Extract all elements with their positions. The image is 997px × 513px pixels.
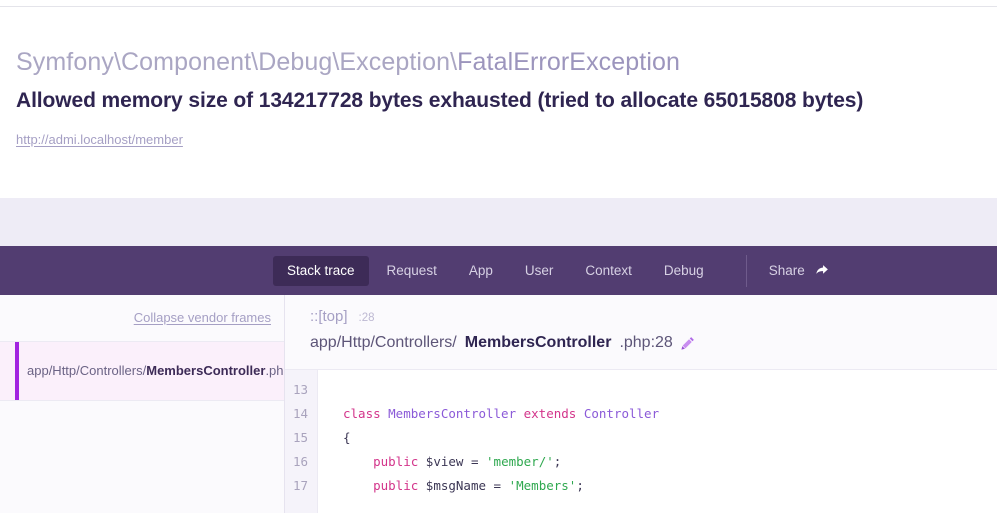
share-arrow-icon xyxy=(815,263,830,278)
tab-debug[interactable]: Debug xyxy=(650,256,718,286)
collapse-vendor-frames-link[interactable]: Collapse vendor frames xyxy=(134,310,271,326)
line-number-gutter: 13 14 15 16 17 xyxy=(285,370,318,513)
exception-class-short: FatalErrorException xyxy=(457,48,680,76)
frame-detail-panel: ::[top] :28 app/Http/Controllers/Members… xyxy=(285,295,997,513)
frame-name: MembersController xyxy=(146,363,266,378)
tab-context[interactable]: Context xyxy=(571,256,646,286)
frame-function-row: ::[top] :28 xyxy=(310,308,977,327)
code-line: public $msgName = 'Members'; xyxy=(343,474,997,498)
code-token: Controller xyxy=(583,406,660,421)
exception-namespace: Symfony\Component\Debug\Exception\ xyxy=(16,48,458,76)
code-token: $msgName xyxy=(425,478,487,493)
line-number: 15 xyxy=(292,430,308,445)
navbar-inner: Stack trace Request App User Context Deb… xyxy=(0,246,830,295)
code-token: extends xyxy=(523,406,584,421)
code-viewer[interactable]: 13 14 15 16 17 class MembersController exten… xyxy=(285,370,997,513)
tab-request[interactable]: Request xyxy=(373,256,451,286)
share-label: Share xyxy=(768,263,805,278)
code-token: 'member/' xyxy=(486,454,554,469)
code-token: MembersController xyxy=(388,406,524,421)
frames-sidebar: Collapse vendor frames app/Http/Controll… xyxy=(0,295,285,513)
frame-detail-header: ::[top] :28 app/Http/Controllers/Members… xyxy=(285,295,997,370)
code-token: ; xyxy=(553,454,562,469)
exception-header: Symfony\Component\Debug\Exception\FatalE… xyxy=(0,7,997,198)
navbar-divider xyxy=(745,254,747,287)
frame-file-dir: app/Http/Controllers/ xyxy=(310,334,457,351)
code-token: 'Members' xyxy=(508,478,577,493)
navbar: Stack trace Request App User Context Deb… xyxy=(0,246,997,295)
frame-file-ext: .php:28 xyxy=(619,334,673,351)
pencil-icon[interactable] xyxy=(681,336,695,350)
line-number: 13 xyxy=(292,382,308,397)
frame-line-badge: :28 xyxy=(358,312,375,324)
exception-class: Symfony\Component\Debug\Exception\FatalE… xyxy=(16,47,981,77)
code-token: $view xyxy=(425,454,464,469)
frame-function-name: ::[top] xyxy=(310,308,348,325)
code-line: { xyxy=(343,426,997,450)
whoops-error-page: Symfony\Component\Debug\Exception\FatalE… xyxy=(0,0,997,513)
share-button[interactable]: Share xyxy=(769,263,830,278)
frame-file-name: MembersController xyxy=(464,334,612,351)
code-token: class xyxy=(343,406,389,421)
tab-stack-trace[interactable]: Stack trace xyxy=(273,255,369,286)
code-line: class MembersController extends Controll… xyxy=(343,402,997,426)
code-token: ; xyxy=(576,478,584,493)
code-token: = xyxy=(463,454,487,469)
code-token: = xyxy=(486,478,509,493)
tab-user[interactable]: User xyxy=(511,256,568,286)
line-number: 14 xyxy=(292,406,308,421)
request-url-link[interactable]: http://admi.localhost/member xyxy=(16,132,183,148)
body-area: Collapse vendor frames app/Http/Controll… xyxy=(0,295,997,513)
frame-list-item[interactable]: app/Http/Controllers/MembersController.p… xyxy=(0,342,284,401)
frame-ext: .php xyxy=(265,363,284,378)
line-number: 16 xyxy=(292,454,308,469)
collapse-vendor-row: Collapse vendor frames xyxy=(0,295,284,342)
header-band xyxy=(0,198,997,246)
line-number: 17 xyxy=(292,478,308,493)
code-token: public xyxy=(343,454,426,469)
code-lines: class MembersController extends Controll… xyxy=(318,370,997,513)
tab-app[interactable]: App xyxy=(455,256,507,286)
code-line: public $view = 'member/'; xyxy=(343,450,997,474)
frame-dir: app/Http/Controllers/ xyxy=(27,363,147,378)
exception-message: Allowed memory size of 134217728 bytes e… xyxy=(16,89,864,112)
frame-file-path: app/Http/Controllers/MembersController .p… xyxy=(310,333,977,353)
code-token: public xyxy=(343,478,426,493)
code-token: { xyxy=(343,430,351,445)
